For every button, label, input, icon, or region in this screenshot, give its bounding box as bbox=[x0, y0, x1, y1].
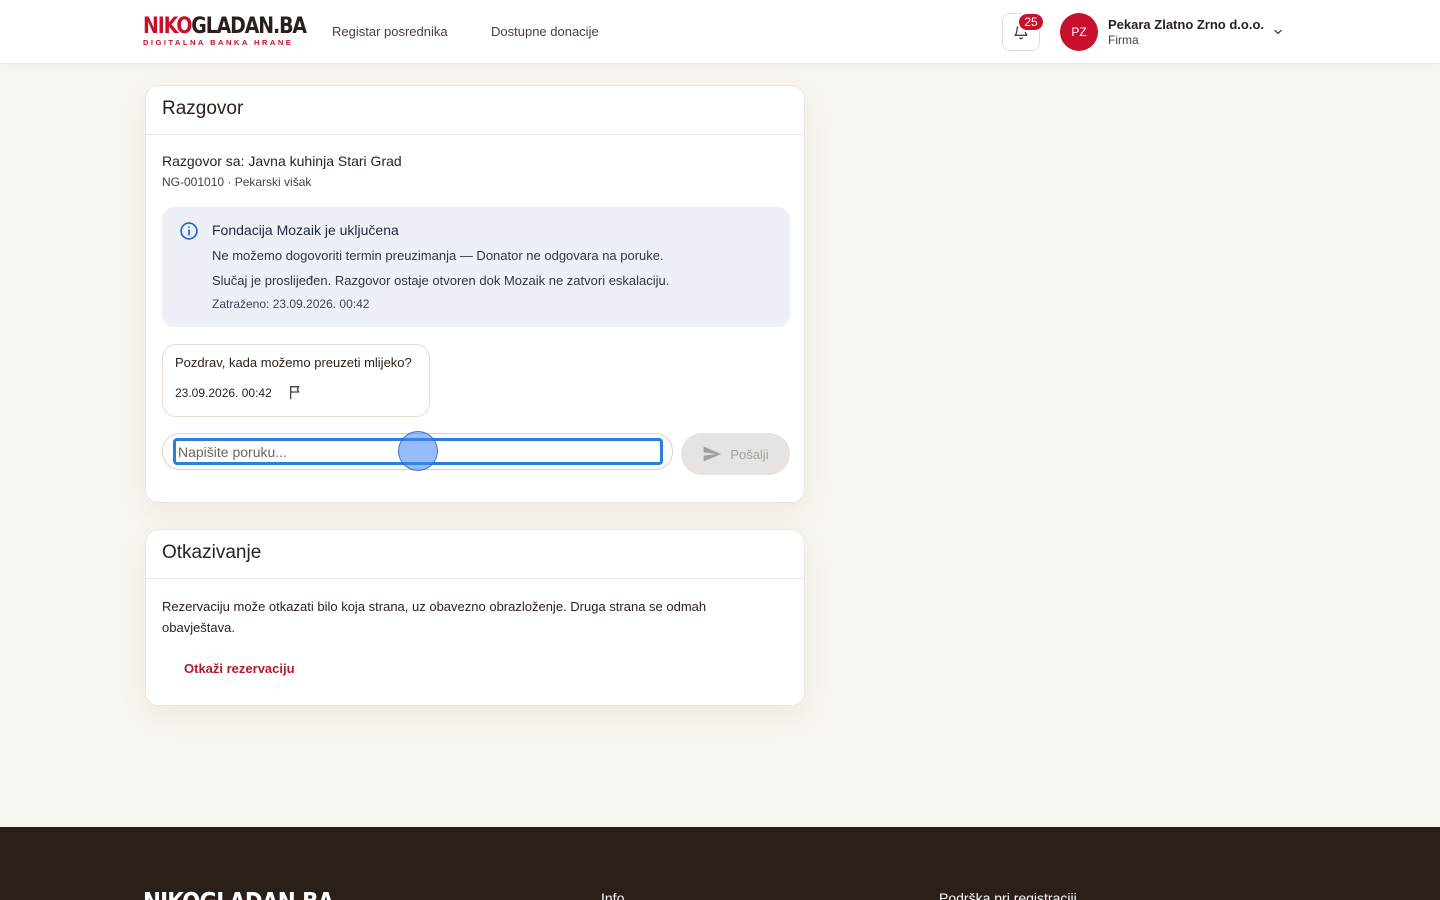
info-icon bbox=[179, 221, 199, 246]
conversation-title: Razgovor bbox=[146, 86, 804, 135]
footer-support-heading: Podrška pri registraciji bbox=[939, 890, 1077, 900]
escalation-notice: Fondacija Mozaik je uključena Ne možemo … bbox=[162, 207, 790, 327]
footer-logo[interactable]: NIKOGLADAN.BA bbox=[143, 887, 334, 900]
cancel-reservation-button[interactable]: Otkaži rezervaciju bbox=[184, 661, 295, 676]
user-role: Firma bbox=[1108, 33, 1139, 47]
chevron-down-icon bbox=[1274, 29, 1282, 35]
escalation-reason: Ne možemo dogovoriti termin preuzimanja … bbox=[212, 248, 664, 263]
message-timestamp: 23.09.2026. 00:42 bbox=[175, 386, 272, 400]
conversation-reference: NG-001010 · Pekarski višak bbox=[162, 175, 312, 189]
top-header: NIKOGLADAN.BA DIGITALNA BANKA HRANE Regi… bbox=[0, 0, 1440, 64]
cancellation-description: Rezervaciju može otkazati bilo koja stra… bbox=[162, 599, 707, 635]
brand-logo[interactable]: NIKOGLADAN.BA DIGITALNA BANKA HRANE bbox=[143, 16, 332, 47]
conversation-partner: Razgovor sa: Javna kuhinja Stari Grad bbox=[162, 153, 402, 169]
message-input-wrapper bbox=[162, 433, 673, 470]
escalation-status: Slučaj je proslijeđen. Razgovor ostaje o… bbox=[212, 273, 670, 288]
nav-link-registar-posrednika[interactable]: Registar posrednika bbox=[332, 24, 448, 39]
message-text: Pozdrav, kada možemo preuzeti mlijeko? bbox=[175, 355, 412, 370]
send-button-label: Pošalji bbox=[730, 446, 769, 462]
user-avatar[interactable]: PZ bbox=[1060, 13, 1098, 51]
brand-logo-text: NIKOGLADAN.BA bbox=[143, 14, 307, 39]
brand-tagline: DIGITALNA BANKA HRANE bbox=[143, 38, 294, 47]
send-button[interactable]: Pošalji bbox=[681, 433, 790, 475]
footer-info-heading: Info bbox=[601, 890, 625, 900]
nav-link-dostupne-donacije[interactable]: Dostupne donacije bbox=[491, 24, 599, 39]
user-name[interactable]: Pekara Zlatno Zrno d.o.o. bbox=[1108, 17, 1264, 32]
escalation-requested-at: Zatraženo: 23.09.2026. 00:42 bbox=[212, 297, 370, 311]
user-menu-toggle[interactable] bbox=[1272, 25, 1284, 43]
conversation-card: Razgovor Razgovor sa: Javna kuhinja Star… bbox=[145, 85, 805, 503]
message-input[interactable] bbox=[173, 438, 663, 465]
cancellation-title: Otkazivanje bbox=[146, 530, 804, 579]
page-footer: NIKOGLADAN.BA Info Podrška pri registrac… bbox=[0, 827, 1440, 900]
cancellation-card: Otkazivanje Rezervaciju može otkazati bi… bbox=[145, 529, 805, 706]
notifications-count-badge: 25 bbox=[1017, 12, 1045, 32]
send-icon bbox=[704, 446, 722, 462]
report-message-button[interactable] bbox=[288, 384, 304, 405]
flag-icon bbox=[290, 386, 300, 400]
message-bubble: Pozdrav, kada možemo preuzeti mlijeko? 2… bbox=[162, 344, 430, 417]
escalation-title: Fondacija Mozaik je uključena bbox=[212, 222, 399, 238]
